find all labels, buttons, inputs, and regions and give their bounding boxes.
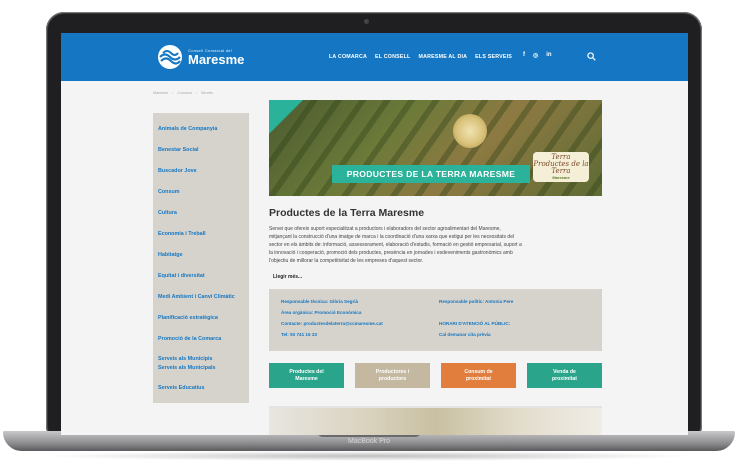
sidebar-item-animals[interactable]: Animals de Companyia <box>158 126 217 132</box>
productes-maresme-button[interactable]: Productes del Maresme <box>269 363 344 388</box>
laptop-brand-label: MacBook Pro <box>347 438 391 445</box>
browser-screen: Consell Comarcal del Maresme LA COMARCA … <box>61 33 688 435</box>
logo-text: Consell Comarcal del Maresme <box>188 48 244 66</box>
logo-subtitle: Consell Comarcal del <box>188 48 233 53</box>
contact-box: Responsable tècnica: Glòria Segrià Àrea … <box>269 289 602 351</box>
search-icon[interactable] <box>587 52 596 61</box>
sidebar: Animals de Companyia Benestar Social Bus… <box>153 113 249 403</box>
sidebar-item-promocio[interactable]: Promoció de la Comarca <box>158 336 221 342</box>
hero-banner-title: PRODUCTES DE LA TERRA MARESME <box>332 165 530 183</box>
sidebar-item-serveis-educatius[interactable]: Serveis Educatius <box>158 385 204 391</box>
breadcrumb-item[interactable]: Serveis <box>201 91 213 95</box>
camera-dot <box>364 19 369 24</box>
contact-technical: Responsable tècnica: Glòria Segrià <box>281 299 359 304</box>
contact-appointment: Cal demanar cita prèvia <box>439 332 491 337</box>
badge-subtitle: Maresme <box>552 175 570 180</box>
linkedin-icon[interactable]: in <box>546 52 551 59</box>
breadcrumb-separator: › <box>195 91 197 95</box>
facebook-icon[interactable]: f <box>523 52 525 59</box>
hero-produce-bowl <box>453 114 487 148</box>
site-header: Consell Comarcal del Maresme LA COMARCA … <box>61 33 688 81</box>
article-line: sector en els àmbits de: informació, ass… <box>269 242 522 248</box>
logo-wave-icon <box>158 45 182 69</box>
product-image-strip <box>269 406 602 435</box>
breadcrumb-item[interactable]: Maresme <box>153 91 168 95</box>
button-label: Productores i <box>375 369 410 375</box>
sidebar-item-habitatge[interactable]: Habitatge <box>158 252 183 258</box>
instagram-icon[interactable]: ◎ <box>533 52 538 59</box>
venda-proximitat-button[interactable]: Venda de proximitat <box>527 363 602 388</box>
social-links: f ◎ in <box>523 52 552 59</box>
button-label: proximitat <box>551 375 578 382</box>
button-label: Maresme <box>295 375 318 382</box>
read-more-link[interactable]: Llegir més... <box>273 274 302 280</box>
site-logo[interactable]: Consell Comarcal del Maresme <box>157 42 244 72</box>
badge-title: Terra Productes de la Terra <box>533 153 589 175</box>
contact-phone[interactable]: Tel: 93 741 16 33 <box>281 332 317 337</box>
button-label: productors <box>378 375 407 382</box>
article-body: Servei que ofereix suport especialitzat … <box>269 225 603 265</box>
breadcrumb-item[interactable]: Comarca <box>177 91 192 95</box>
hero-banner: PRODUCTES DE LA TERRA MARESME Terra Prod… <box>269 100 602 196</box>
nav-maresme-al-dia[interactable]: MARESME AL DIA <box>418 54 467 60</box>
article-line: mitjançant la construcció d'una imatge d… <box>269 234 515 240</box>
article-line: l'objectiu de millorar la competitivitat… <box>269 258 424 264</box>
nav-la-comarca[interactable]: LA COMARCA <box>329 54 367 60</box>
breadcrumb: Maresme › Comarca › Serveis <box>153 91 213 95</box>
button-label: Consum de <box>464 369 493 375</box>
sidebar-item-economia[interactable]: Economia i Treball <box>158 231 206 237</box>
sidebar-item-medi-ambient[interactable]: Medi Ambient i Canvi Climàtic <box>158 294 235 300</box>
contact-hours-label: HORARI D'ATENCIÓ AL PÚBLIC: <box>439 321 511 326</box>
nav-els-serveis[interactable]: ELS SERVEIS <box>475 54 512 60</box>
hero-corner-accent <box>269 100 303 134</box>
button-label: Productes del <box>289 369 324 375</box>
sidebar-item-consum[interactable]: Consum <box>158 189 180 195</box>
article-line: la innovació i cooperació, promoció dels… <box>269 250 513 256</box>
sidebar-item-cultura[interactable]: Cultura <box>158 210 177 216</box>
sidebar-item-serveis-municipis[interactable]: Serveis als Municipis <box>158 356 213 362</box>
article-line: Servei que ofereix suport especialitzat … <box>269 226 501 232</box>
terra-maresme-logo: Terra Productes de la Terra Maresme <box>533 152 589 182</box>
productores-productors-button[interactable]: Productores i productors <box>355 363 430 388</box>
contact-email[interactable]: Contacte: productesdelaterra@ccmaresme.c… <box>281 321 383 326</box>
page-title: Productes de la Terra Maresme <box>269 207 425 219</box>
sidebar-item-planificacio[interactable]: Planificació estratègica <box>158 315 218 321</box>
sidebar-item-benestar[interactable]: Benestar Social <box>158 147 198 153</box>
logo-name: Maresme <box>188 52 245 67</box>
sidebar-item-serveis-municipals[interactable]: Serveis als Municipals <box>158 365 216 371</box>
contact-political: Responsable polític: Antonia Pere <box>439 299 514 304</box>
breadcrumb-separator: › <box>171 91 174 95</box>
sidebar-item-buscador[interactable]: Buscador Jove <box>158 168 197 174</box>
contact-area: Àrea orgànica: Promoció Econòmica <box>281 310 362 315</box>
button-label: proximitat <box>465 375 492 382</box>
sidebar-item-equitat[interactable]: Equitat i diversitat <box>158 273 205 279</box>
laptop-shadow <box>40 451 698 461</box>
consum-proximitat-button[interactable]: Consum de proximitat <box>441 363 516 388</box>
nav-el-consell[interactable]: EL CONSELL <box>375 54 410 60</box>
button-label: Venda de <box>553 369 576 375</box>
main-nav: LA COMARCA EL CONSELL MARESME AL DIA ELS… <box>329 54 512 60</box>
